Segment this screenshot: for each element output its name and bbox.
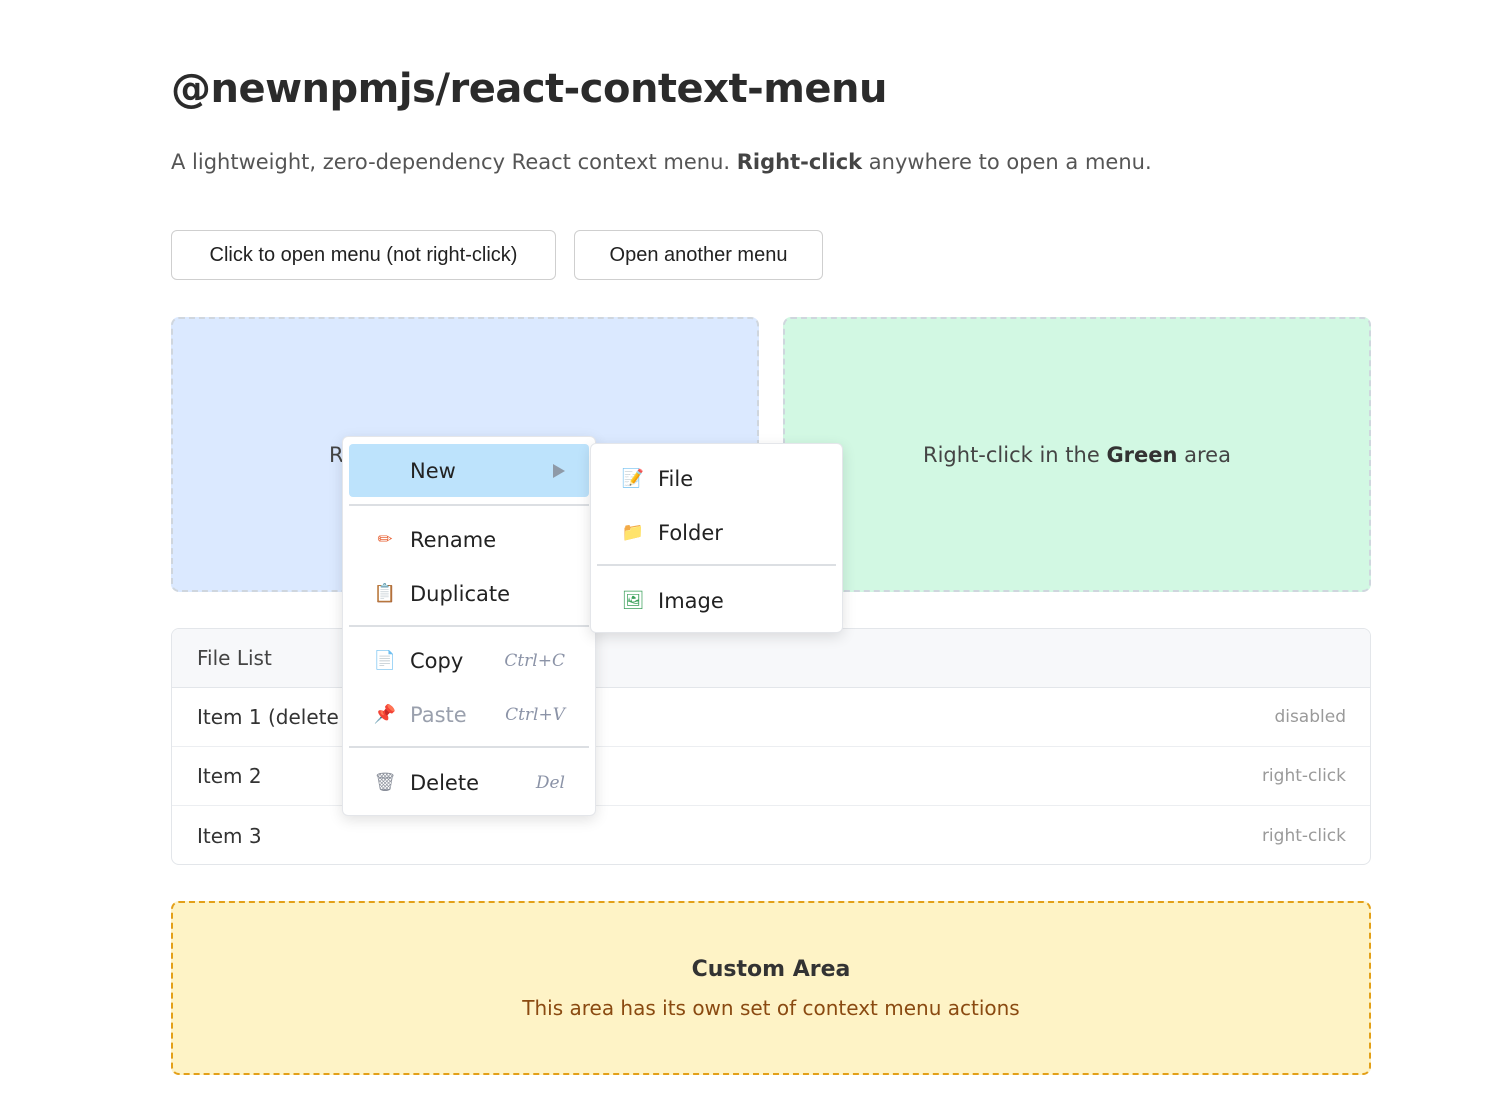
menu-separator: [597, 564, 836, 566]
page-title: @newnpmjs/react-context-menu: [171, 66, 887, 112]
clipboard-icon: 📋: [373, 583, 397, 604]
submenu-item-file[interactable]: 📝 File: [597, 452, 836, 505]
menu-item-label: Rename: [410, 527, 497, 552]
submenu-arrow-icon: [553, 463, 565, 478]
context-menu: New ✏ Rename 📋 Duplicate 📄 Copy Ctrl+C 📌…: [342, 436, 596, 816]
open-another-menu-button[interactable]: Open another menu: [574, 230, 823, 280]
file-row-hint: right-click: [1261, 825, 1346, 846]
submenu-item-label: File: [658, 466, 694, 491]
menu-item-shortcut: Del: [535, 772, 565, 793]
picture-icon: 🖼: [621, 590, 645, 611]
menu-separator: [349, 746, 589, 748]
menu-item-label: Delete: [410, 770, 479, 795]
submenu-item-image[interactable]: 🖼 Image: [597, 574, 836, 627]
pushpin-icon: 📌: [373, 704, 397, 725]
folder-icon: 📁: [621, 522, 645, 543]
subtitle-text-end: anywhere to open a menu.: [862, 150, 1152, 174]
custom-area-title: Custom Area: [691, 956, 851, 982]
menu-item-shortcut: Ctrl+V: [505, 704, 565, 725]
submenu: 📝 File 📁 Folder 🖼 Image: [590, 443, 843, 633]
menu-separator: [349, 625, 589, 627]
custom-area[interactable]: Custom Area This area has its own set of…: [171, 901, 1371, 1075]
file-row-name: Item 1 (delete d: [197, 705, 358, 729]
menu-item-label: Duplicate: [410, 581, 511, 606]
green-area-text-end: area: [1177, 442, 1231, 467]
document-icon: 📄: [373, 650, 397, 671]
submenu-item-label: Folder: [658, 520, 723, 545]
page-subtitle: A lightweight, zero-dependency React con…: [171, 150, 1152, 174]
menu-item-new[interactable]: New: [349, 444, 589, 497]
menu-item-paste: 📌 Paste Ctrl+V: [349, 688, 589, 741]
green-area[interactable]: Right-click in the Green area: [783, 317, 1371, 592]
menu-separator: [349, 504, 589, 506]
pencil-icon: ✏: [377, 529, 393, 550]
menu-item-label: Paste: [410, 702, 467, 727]
file-row-hint: right-click: [1261, 766, 1346, 786]
subtitle-emphasis: Right-click: [736, 150, 863, 174]
menu-item-delete[interactable]: 🗑 Delete Del: [349, 756, 589, 809]
submenu-item-label: Image: [658, 588, 724, 613]
trash-icon: 🗑: [373, 772, 397, 793]
menu-item-label: New: [410, 458, 456, 483]
green-area-emphasis: Green: [1106, 442, 1178, 467]
custom-area-description: This area has its own set of context men…: [522, 995, 1020, 1020]
file-row-name: Item 3: [197, 823, 262, 848]
green-area-text: Right-click in the: [923, 442, 1107, 467]
submenu-item-folder[interactable]: 📁 Folder: [597, 506, 836, 559]
menu-item-duplicate[interactable]: 📋 Duplicate: [349, 567, 589, 620]
menu-item-rename[interactable]: ✏ Rename: [349, 513, 589, 566]
file-row-name: Item 2: [197, 764, 262, 788]
open-menu-button[interactable]: Click to open menu (not right-click): [171, 230, 556, 280]
menu-item-shortcut: Ctrl+C: [504, 650, 565, 671]
file-edit-icon: 📝: [621, 468, 645, 489]
green-area-label: Right-click in the Green area: [923, 443, 1231, 467]
subtitle-text: A lightweight, zero-dependency React con…: [171, 150, 737, 174]
menu-item-label: Copy: [410, 648, 464, 673]
file-row-hint: disabled: [1274, 707, 1346, 727]
menu-item-copy[interactable]: 📄 Copy Ctrl+C: [349, 634, 589, 687]
